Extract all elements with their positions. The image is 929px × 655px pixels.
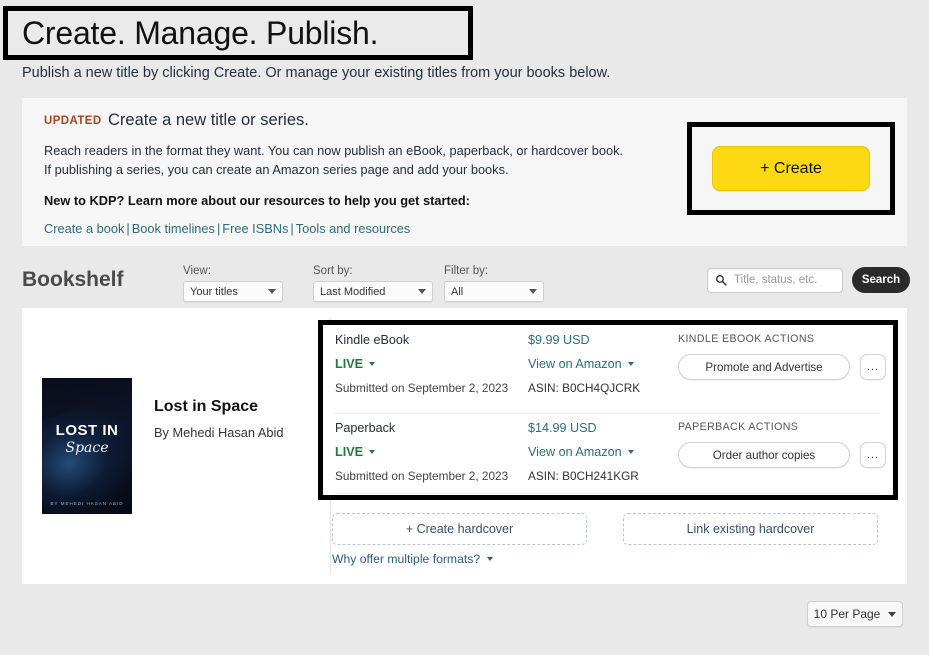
chevron-down-icon [418,289,426,294]
paperback-format-info: Paperback LIVE Submitted on September 2,… [335,421,535,483]
kindle-price-info: $9.99 USD View on Amazon ASIN: B0CH4QJCR… [528,333,673,395]
create-hardcover-button[interactable]: + Create hardcover [332,513,587,545]
view-control: View: Your titles [183,265,283,302]
link-existing-hardcover-button[interactable]: Link existing hardcover [623,513,878,545]
paperback-action-buttons: Order author copies ... [678,442,893,468]
filter-select-value: All [451,285,464,298]
paperback-view-link-text: View on Amazon [528,445,622,459]
order-author-copies-button[interactable]: Order author copies [678,442,850,468]
chevron-down-icon [627,362,634,366]
kindle-action-buttons: Promote and Advertise ... [678,354,893,380]
paperback-asin: ASIN: B0CH241KGR [528,469,639,483]
format-row-paperback: Paperback LIVE Submitted on September 2,… [323,421,893,501]
paperback-more-actions-button[interactable]: ... [860,442,886,468]
create-card-body: Reach readers in the format they want. Y… [44,143,624,177]
view-select-value: Your titles [190,285,238,298]
sort-select-value: Last Modified [320,285,386,298]
chevron-down-icon [529,289,537,294]
chevron-down-icon [369,362,375,366]
paperback-submitted-date: Submitted on September 2, 2023 [335,469,509,483]
paperback-price[interactable]: $14.99 USD [528,421,673,435]
sort-select[interactable]: Last Modified [313,281,433,302]
cover-title-line2: Space [65,440,109,456]
filter-label: Filter by: [444,265,489,277]
kindle-asin: ASIN: B0CH4QJCRK [528,381,641,395]
link-separator-3: | [290,221,294,236]
cover-author-line: BY MEHEDI HASAN ABID [50,501,124,506]
create-button[interactable]: + Create [712,146,870,191]
kindle-submitted-date: Submitted on September 2, 2023 [335,381,509,395]
view-label: View: [183,265,211,277]
search-icon [715,274,727,286]
paperback-actions: PAPERBACK ACTIONS Order author copies ..… [678,421,893,468]
format-row-divider [335,413,880,414]
sort-control: Sort by: Last Modified [313,265,433,302]
why-multiple-formats-link[interactable]: Why offer multiple formats? [332,552,494,566]
search-area: Search [707,267,910,293]
promote-and-advertise-button[interactable]: Promote and Advertise [678,354,850,380]
create-new-title-card: UPDATED Create a new title or series. Re… [22,98,907,246]
chevron-down-icon [369,450,375,454]
filter-select[interactable]: All [444,281,544,302]
per-page-value: 10 Per Page [813,607,881,621]
page-subtitle: Publish a new title by clicking Create. … [22,65,611,81]
kindle-actions: KINDLE EBOOK ACTIONS Promote and Adverti… [678,333,893,380]
paperback-view-on-amazon-link[interactable]: View on Amazon [528,445,673,459]
link-tools-and-resources[interactable]: Tools and resources [296,221,411,236]
book-cover-image: LOST IN Space BY MEHEDI HASAN ABID [42,378,132,514]
per-page-select[interactable]: 10 Per Page [807,601,903,627]
chevron-down-icon [487,557,494,561]
chevron-down-icon [627,450,634,454]
search-button[interactable]: Search [852,267,910,293]
link-create-a-book[interactable]: Create a book [44,221,124,236]
paperback-format-name: Paperback [335,421,396,435]
kindle-view-link-text: View on Amazon [528,357,622,371]
paperback-status-text: LIVE [335,445,363,459]
bookshelf-heading: Bookshelf [22,268,124,291]
format-row-kindle-ebook: Kindle eBook LIVE Submitted on September… [323,333,893,413]
paperback-actions-label: PAPERBACK ACTIONS [678,421,799,433]
link-free-isbns[interactable]: Free ISBNs [222,221,288,236]
filter-control: Filter by: All [444,265,544,302]
format-row-divider-bottom [335,493,880,494]
kindle-more-actions-button[interactable]: ... [860,354,886,380]
updated-badge: UPDATED [44,115,102,127]
create-button-annotation-box: + Create [687,122,895,215]
kindle-view-on-amazon-link[interactable]: View on Amazon [528,357,673,371]
kindle-price[interactable]: $9.99 USD [528,333,673,347]
kindle-status-badge[interactable]: LIVE [335,357,535,371]
book-title[interactable]: Lost in Space [154,398,258,416]
cover-title-line1: LOST IN [55,422,119,439]
view-select[interactable]: Your titles [183,281,283,302]
page-title-annotation-box: Create. Manage. Publish. [3,6,473,60]
chevron-down-icon [268,289,276,294]
kindle-format-info: Kindle eBook LIVE Submitted on September… [335,333,535,395]
paperback-price-info: $14.99 USD View on Amazon ASIN: B0CH241K… [528,421,673,483]
create-card-links: Create a book | Book timelines | Free ISBNs |… [44,221,410,236]
book-author: By Mehedi Hasan Abid [154,425,284,440]
sort-label: Sort by: [313,265,353,277]
kindle-format-name: Kindle eBook [335,333,410,347]
search-input-wrapper[interactable] [707,267,890,293]
chevron-down-icon [888,611,897,617]
link-book-timelines[interactable]: Book timelines [132,221,215,236]
kindle-actions-label: KINDLE EBOOK ACTIONS [678,333,815,345]
create-card-title: Create a new title or series. [108,111,309,129]
kindle-status-text: LIVE [335,357,363,371]
why-multiple-formats-text: Why offer multiple formats? [332,552,481,566]
paperback-status-badge[interactable]: LIVE [335,445,535,459]
formats-annotation-box: Kindle eBook LIVE Submitted on September… [318,320,898,500]
link-separator-1: | [126,221,130,236]
create-card-cta-line: New to KDP? Learn more about our resourc… [44,193,470,208]
page-title: Create. Manage. Publish. [22,14,379,51]
